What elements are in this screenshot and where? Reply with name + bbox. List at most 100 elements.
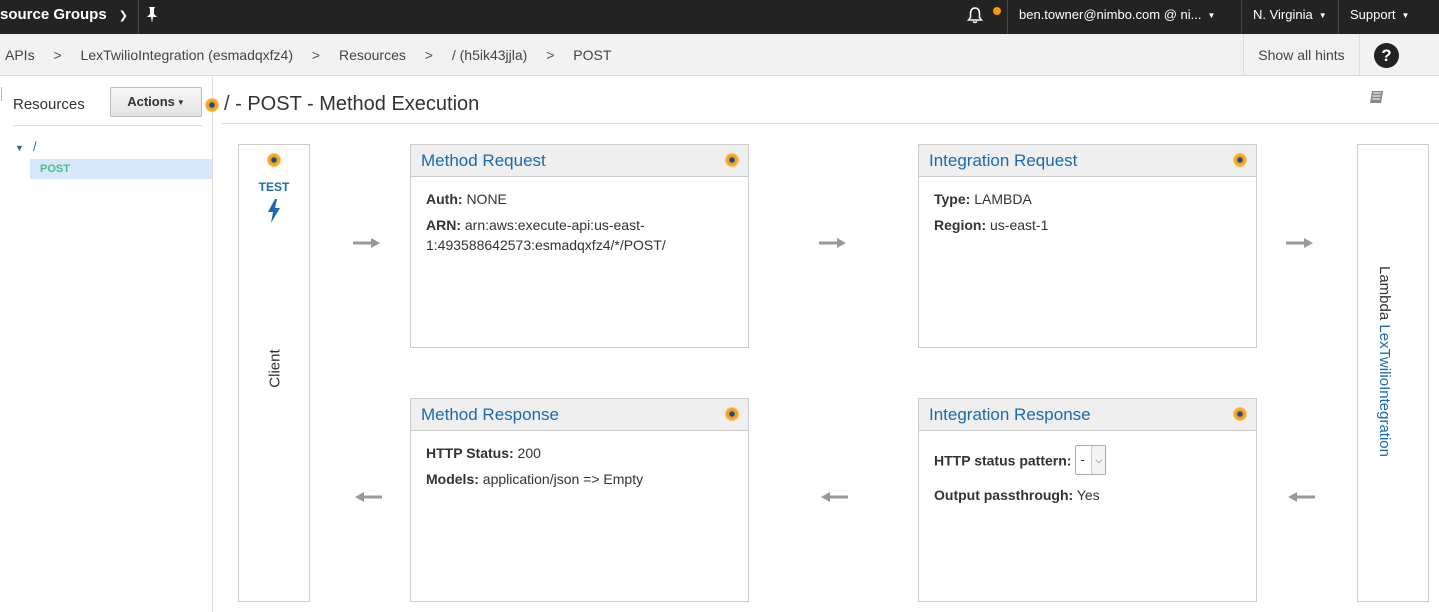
show-all-hints-button[interactable]: Show all hints [1243, 34, 1360, 76]
chevron-down-icon: ❯ [118, 10, 128, 22]
breadcrumb-bar: APIs > LexTwilioIntegration (esmadqxfz4)… [0, 34, 1439, 76]
resources-sidebar: Resources Actions ▼ ▼ / POST [0, 77, 213, 612]
hint-icon[interactable] [1233, 407, 1247, 421]
type-value: LAMBDA [974, 191, 1032, 207]
pattern-row: HTTP status pattern: - ⌵ [934, 445, 1241, 475]
arn-value: arn:aws:execute-api:us-east-1:4935886425… [426, 217, 666, 253]
book-icon[interactable] [1368, 88, 1386, 106]
nav-divider [1338, 0, 1339, 34]
left-arrow-icon [821, 492, 848, 502]
breadcrumb-separator: > [546, 47, 555, 63]
support-menu[interactable]: Support ▼ [1350, 0, 1409, 34]
type-label: Type: [934, 191, 971, 207]
chevron-down-icon: ⌵ [1091, 446, 1106, 474]
card-header: Method Request [411, 145, 748, 177]
card-header: Method Response [411, 399, 748, 431]
integration-request-link[interactable]: Integration Request [929, 151, 1077, 171]
passthrough-value: Yes [1076, 487, 1100, 503]
client-panel: TEST Client [238, 144, 310, 602]
arn-row: ARN: arn:aws:execute-api:us-east-1:49358… [426, 215, 733, 255]
card-body: Type: LAMBDA Region: us-east-1 [919, 177, 1256, 235]
auth-value: NONE [466, 191, 507, 207]
card-body: HTTP status pattern: - ⌵ Output passthrou… [919, 431, 1256, 505]
lambda-label-box: Lambda LexTwilioIntegration [1358, 145, 1428, 601]
breadcrumb: APIs > LexTwilioIntegration (esmadqxfz4)… [5, 34, 626, 76]
breadcrumb-item-method[interactable]: POST [573, 47, 611, 63]
method-request-card: Method Request Auth: NONE ARN: arn:aws:e… [410, 144, 749, 348]
card-header: Integration Response [919, 399, 1256, 431]
card-body: HTTP Status: 200 Models: application/jso… [411, 431, 748, 489]
hint-icon[interactable] [267, 153, 281, 167]
sidebar-divider [13, 125, 202, 126]
region-row: Region: us-east-1 [934, 215, 1241, 235]
hint-icon[interactable] [205, 98, 219, 112]
expand-triangle-icon[interactable]: ▼ [15, 143, 24, 153]
region-menu[interactable]: N. Virginia ▼ [1253, 0, 1327, 34]
method-response-card: Method Response HTTP Status: 200 Models:… [410, 398, 749, 602]
status-pattern-select[interactable]: - ⌵ [1075, 445, 1107, 475]
sidebar-title: Resources [13, 96, 85, 113]
breadcrumb-item-apis[interactable]: APIs [5, 47, 35, 63]
lambda-function-link[interactable]: LexTwilioIntegration [1376, 324, 1393, 457]
sidebar-edge [0, 87, 2, 101]
caret-down-icon: ▼ [1207, 11, 1216, 20]
client-label: Client [266, 349, 284, 388]
help-icon[interactable]: ? [1374, 43, 1399, 68]
hint-icon[interactable] [725, 153, 739, 167]
notification-dot [993, 7, 1001, 15]
pin-icon[interactable] [144, 6, 160, 24]
status-row: HTTP Status: 200 [426, 443, 733, 463]
bell-icon[interactable] [966, 6, 984, 24]
status-label: HTTP Status: [426, 445, 514, 461]
resource-groups-menu[interactable]: source Groups ❯ [0, 0, 128, 34]
status-value: 200 [517, 445, 541, 461]
right-arrow-icon [353, 238, 380, 248]
account-label: ben.towner@nimbo.com @ ni... [1019, 7, 1202, 22]
region-label: Region: [934, 217, 987, 233]
method-response-link[interactable]: Method Response [421, 405, 559, 425]
region-label: N. Virginia [1253, 7, 1313, 22]
integration-response-link[interactable]: Integration Response [929, 405, 1091, 425]
region-value: us-east-1 [990, 217, 1049, 233]
tree-item-root[interactable]: / [33, 139, 37, 154]
integration-request-card: Integration Request Type: LAMBDA Region:… [918, 144, 1257, 348]
pattern-label: HTTP status pattern: [934, 452, 1072, 469]
type-row: Type: LAMBDA [934, 189, 1241, 209]
actions-button[interactable]: Actions ▼ [110, 87, 202, 117]
card-header: Integration Request [919, 145, 1256, 177]
auth-row: Auth: NONE [426, 189, 733, 209]
lambda-prefix: Lambda [1376, 266, 1393, 321]
method-request-link[interactable]: Method Request [421, 151, 546, 171]
lambda-label: Lambda LexTwilioIntegration [1376, 266, 1393, 457]
right-arrow-icon [1286, 238, 1313, 248]
passthrough-label: Output passthrough: [934, 487, 1074, 503]
account-menu[interactable]: ben.towner@nimbo.com @ ni... ▼ [1019, 0, 1215, 34]
models-value: application/json => Empty [482, 471, 644, 487]
caret-down-icon: ▼ [1401, 11, 1410, 20]
title-divider [222, 123, 1439, 124]
arn-label: ARN: [426, 217, 461, 233]
nav-divider [138, 0, 139, 34]
left-arrow-icon [1288, 492, 1315, 502]
breadcrumb-item-api[interactable]: LexTwilioIntegration (esmadqxfz4) [81, 47, 293, 63]
integration-response-card: Integration Response HTTP status pattern… [918, 398, 1257, 602]
top-nav-bar: source Groups ❯ ben.towner@nimbo.com @ ni… [0, 0, 1439, 34]
auth-label: Auth: [426, 191, 463, 207]
card-body: Auth: NONE ARN: arn:aws:execute-api:us-e… [411, 177, 748, 255]
tree-item-post[interactable]: POST [30, 159, 212, 179]
caret-down-icon: ▼ [176, 98, 185, 107]
hint-icon[interactable] [1233, 153, 1247, 167]
breadcrumb-item-resources[interactable]: Resources [339, 47, 406, 63]
models-row: Models: application/json => Empty [426, 469, 733, 489]
nav-divider [1241, 0, 1242, 34]
status-pattern-value: - [1080, 452, 1085, 467]
caret-down-icon: ▼ [1318, 11, 1327, 20]
breadcrumb-item-resource[interactable]: / (h5ik43jjla) [452, 47, 527, 63]
test-link[interactable]: TEST [239, 180, 309, 194]
lightning-bolt-icon[interactable] [265, 198, 283, 224]
support-label: Support [1350, 7, 1396, 22]
hint-icon[interactable] [725, 407, 739, 421]
actions-label: Actions [127, 94, 175, 109]
right-arrow-icon [819, 238, 846, 248]
resource-groups-label: source Groups [0, 6, 107, 23]
